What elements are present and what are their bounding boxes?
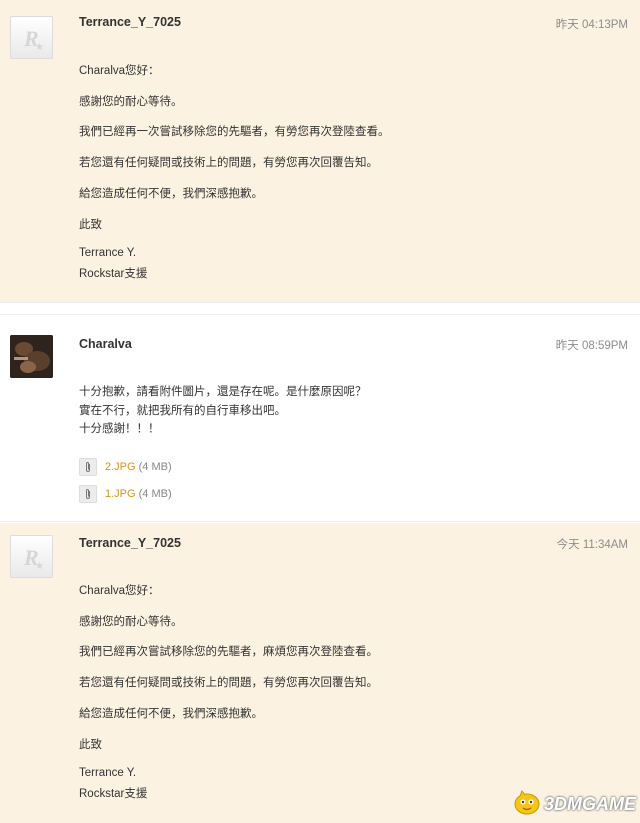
rockstar-logo-icon: R ★ <box>10 535 53 578</box>
message-card: R ★ Terrance_Y_7025 昨天 04:13PM Charalva您好… <box>0 0 640 303</box>
message-card: R ★ Terrance_Y_7025 今天 11:34AM Charalva您好… <box>0 523 640 823</box>
svg-text:★: ★ <box>35 561 44 572</box>
message-line: 若您還有任何疑問或技術上的問題，有勞您再次回覆告知。 <box>79 677 378 689</box>
message-line: Terrance Y. <box>79 767 137 779</box>
user-photo-avatar <box>10 335 53 378</box>
rockstar-logo-icon: R ★ <box>10 16 53 59</box>
message-line: 若您還有任何疑問或技術上的問題，有勞您再次回覆告知。 <box>79 157 378 169</box>
attachment-item[interactable]: 1.JPG (4 MB) <box>79 485 172 503</box>
message-line: 感謝您的耐心等待。 <box>79 96 183 108</box>
watermark-text: 3DMGAME <box>543 793 636 814</box>
message-line: 感謝您的耐心等待。 <box>79 616 183 628</box>
paperclip-icon <box>79 458 97 476</box>
message-line: Terrance Y. <box>79 247 137 259</box>
message-line: 十分抱歉，請看附件圖片，還是存在呢。是什麼原因呢？ <box>79 386 367 398</box>
message-line: Rockstar支援 <box>79 268 148 280</box>
paperclip-icon <box>79 485 97 503</box>
message-line: 實在不行，就把我所有的自行車移出吧。 <box>79 405 286 417</box>
attachment-size: (4 MB) <box>138 488 172 500</box>
attachment-item[interactable]: 2.JPG (4 MB) <box>79 458 172 476</box>
message-line: Charalva您好： <box>79 65 160 77</box>
message-line: 給您造成任何不便，我們深感抱歉。 <box>79 188 263 200</box>
message-author[interactable]: Charalva <box>79 337 132 351</box>
message-time: 昨天 08:59PM <box>555 340 628 352</box>
message-time: 昨天 04:13PM <box>555 19 628 31</box>
3dm-mascot-icon <box>512 787 542 822</box>
message-time: 今天 11:34AM <box>556 539 628 551</box>
message-card: Charalva 昨天 08:59PM 十分抱歉，請看附件圖片，還是存在呢。是什… <box>0 314 640 522</box>
message-line: Charalva您好： <box>79 585 160 597</box>
message-line: 十分感謝！！！ <box>79 423 160 435</box>
message-author[interactable]: Terrance_Y_7025 <box>79 536 181 550</box>
message-line: 我們已經再次嘗試移除您的先驅者，麻煩您再次登陸查看。 <box>79 646 378 658</box>
message-line: Rockstar支援 <box>79 788 148 800</box>
attachment-link[interactable]: 2.JPG <box>105 461 136 473</box>
svg-text:★: ★ <box>35 42 44 53</box>
message-line: 給您造成任何不便，我們深感抱歉。 <box>79 708 263 720</box>
message-line: 我們已經再一次嘗試移除您的先驅者，有勞您再次登陸查看。 <box>79 126 390 138</box>
message-line: 此致 <box>79 219 102 231</box>
attachment-link[interactable]: 1.JPG <box>105 488 136 500</box>
attachment-size: (4 MB) <box>138 461 172 473</box>
message-line: 此致 <box>79 739 102 751</box>
message-author[interactable]: Terrance_Y_7025 <box>79 15 181 29</box>
watermark: 3DMGAME <box>512 789 636 819</box>
